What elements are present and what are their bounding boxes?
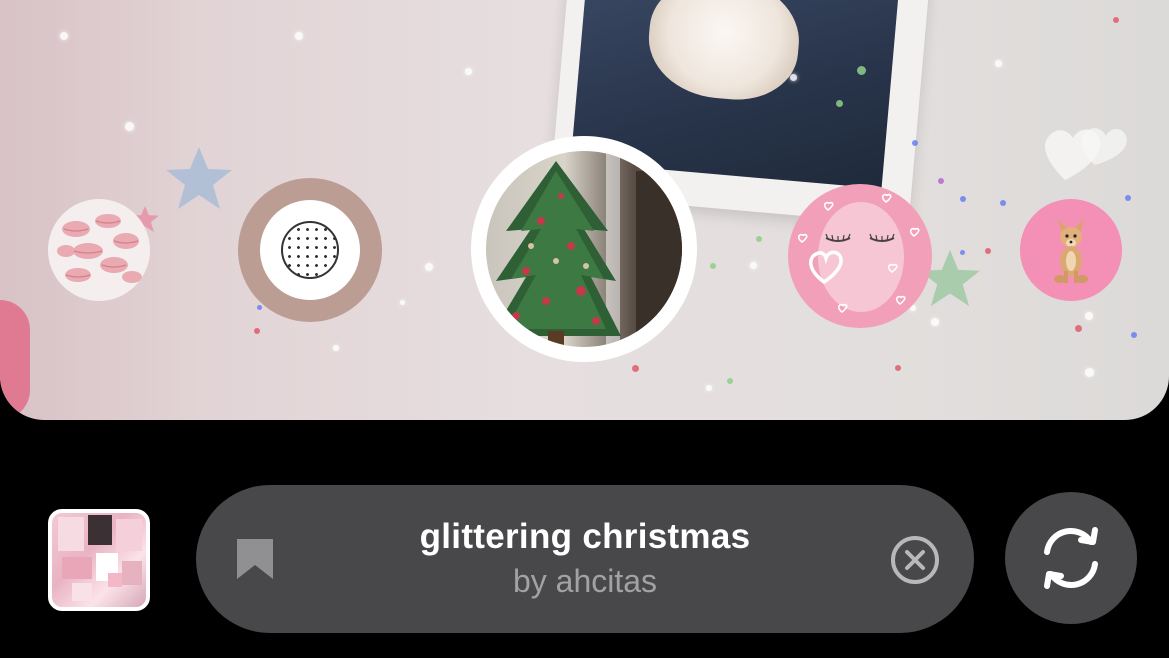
blue-star-sticker <box>166 147 232 209</box>
effect-author[interactable]: by ahcitas <box>196 563 974 600</box>
switch-camera-button[interactable] <box>1005 492 1137 624</box>
glitter-dot <box>254 328 260 334</box>
glitter-dot <box>1113 17 1119 23</box>
glitter-dot <box>727 378 733 384</box>
filter-beige-dots[interactable] <box>238 178 382 322</box>
glitter-dot <box>333 345 339 351</box>
glitter-dot <box>960 250 965 255</box>
glitter-dot <box>912 140 918 146</box>
glitter-dot <box>706 385 712 391</box>
dotted-circle-icon <box>281 221 339 279</box>
glitter-dot <box>295 32 303 40</box>
filter-icon-background <box>260 200 360 300</box>
glitter-dot <box>756 236 762 242</box>
glitter-dot <box>790 74 797 81</box>
glitter-dot <box>125 122 134 131</box>
effect-info-bar[interactable]: glittering christmas by ahcitas <box>196 485 974 633</box>
glitter-dot <box>60 32 68 40</box>
filter-pink-kisses[interactable] <box>48 199 150 301</box>
dog-icon <box>1054 219 1088 283</box>
close-circle-icon[interactable] <box>890 535 940 585</box>
glitter-dot <box>257 305 262 310</box>
filter-chihuahua[interactable] <box>1020 199 1122 301</box>
lips-icon <box>57 214 142 283</box>
gallery-preview-image <box>58 515 142 601</box>
gallery-thumbnail[interactable] <box>48 509 150 611</box>
glitter-dot <box>425 263 433 271</box>
glitter-dot <box>1125 195 1131 201</box>
glitter-dot <box>995 60 1002 67</box>
glitter-dot <box>1085 368 1094 377</box>
glitter-dot <box>710 263 716 269</box>
filter-glittering-christmas-selected[interactable] <box>471 136 697 362</box>
glitter-dot <box>400 300 405 305</box>
glitter-dot <box>1085 312 1093 320</box>
white-hearts-sticker <box>1045 128 1127 180</box>
glitter-dot <box>465 68 472 75</box>
glitter-dot <box>938 178 944 184</box>
hearts-eyelashes-icon <box>797 193 920 314</box>
glitter-dot <box>1131 332 1137 338</box>
glitter-dot <box>931 318 939 326</box>
filter-eyelash-hearts[interactable] <box>788 184 932 328</box>
camera-viewfinder[interactable] <box>0 0 1169 420</box>
glitter-dot <box>1075 325 1082 332</box>
effect-title: glittering christmas <box>419 517 751 556</box>
glitter-dot <box>857 66 866 75</box>
glitter-dot <box>960 196 966 202</box>
pink-object <box>0 300 30 420</box>
glitter-dot <box>836 100 843 107</box>
glitter-dot <box>632 365 639 372</box>
christmas-tree-icon <box>486 151 682 347</box>
switch-camera-icon <box>1044 527 1098 589</box>
glitter-dot <box>750 262 757 269</box>
glitter-dot <box>1000 200 1006 206</box>
glitter-dot <box>985 248 991 254</box>
glitter-dot <box>895 365 901 371</box>
